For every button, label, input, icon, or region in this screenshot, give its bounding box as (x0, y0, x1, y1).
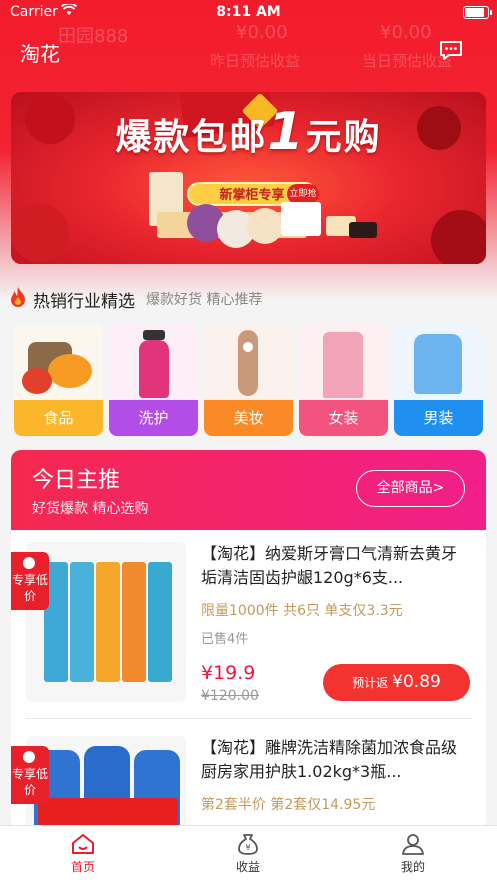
category-women[interactable]: 女装 (299, 324, 388, 436)
product-sold: 已售4件 (201, 632, 249, 647)
tab-earnings[interactable]: ¥ 收益 (203, 832, 293, 875)
ghost-yesterday-label: 昨日预估收益 (210, 52, 301, 70)
product-title: 【淘花】纳爱斯牙膏口气清新去黄牙垢清洁固齿护龈120g*6支... (201, 544, 458, 587)
category-label: 男装 (394, 400, 483, 436)
product-original-price: ¥120.00 (201, 688, 259, 704)
sweater-image (394, 324, 483, 400)
clock: 8:11 AM (216, 4, 281, 20)
shampoo-image (109, 324, 198, 400)
category-label: 洗护 (109, 400, 198, 436)
beauty-device-image (204, 324, 293, 400)
category-label: 女装 (299, 400, 388, 436)
product-price: ¥19.9 (201, 662, 256, 684)
category-label: 美妆 (204, 400, 293, 436)
all-products-button[interactable]: 全部商品> (356, 470, 465, 507)
product-tags: 限量1000件 共6只 单支仅3.3元 (201, 603, 403, 619)
money-bag-icon: ¥ (238, 834, 258, 855)
discount-badge: 专享低价 (11, 552, 49, 610)
message-icon[interactable] (439, 40, 463, 60)
divider (26, 718, 471, 719)
product-card[interactable]: 专享低价 【淘花】纳爱斯牙膏口气清新去黄牙垢清洁固齿护龈120g*6支... 限… (11, 542, 486, 728)
food-image (14, 324, 103, 400)
svg-text:¥: ¥ (245, 843, 250, 852)
tab-label: 收益 (235, 860, 260, 874)
promo-banner[interactable]: 爆款包邮1元购 新掌柜专享 立即抢>> (11, 92, 486, 264)
rebate-button[interactable]: 预计返 ¥0.89 (323, 664, 470, 701)
status-bar: Carrier 8:11 AM (0, 0, 497, 26)
rebate-value: ¥0.89 (392, 672, 441, 692)
tab-label: 我的 (400, 860, 425, 874)
panel-title: 今日主推 (32, 468, 121, 493)
fire-icon (11, 287, 25, 307)
profile-icon (402, 834, 424, 855)
product-tags: 第2套半价 第2套仅14.95元 (201, 797, 376, 813)
product-title: 【淘花】雕牌洗洁精除菌加浓食品级厨房家用护肤1.02kg*3瓶... (201, 738, 458, 781)
app-title: 淘花 (20, 42, 60, 66)
tab-profile[interactable]: 我的 (368, 832, 458, 875)
rebate-label: 预计返 (352, 676, 389, 690)
panel-subtitle: 好货爆款 精心选购 (32, 501, 149, 517)
category-men[interactable]: 男装 (394, 324, 483, 436)
category-beauty[interactable]: 美妆 (204, 324, 293, 436)
section-subtitle: 爆款好货 精心推荐 (146, 292, 263, 308)
discount-badge: 专享低价 (11, 746, 49, 804)
coat-image (299, 324, 388, 400)
category-label: 食品 (14, 400, 103, 436)
tab-label: 首页 (70, 860, 95, 874)
home-icon (72, 834, 94, 854)
tab-home[interactable]: 首页 (38, 832, 128, 875)
tab-bar: 首页 ¥ 收益 我的 (0, 825, 497, 883)
category-care[interactable]: 洗护 (109, 324, 198, 436)
banner-title: 爆款包邮1元购 (115, 102, 382, 162)
banner-go-button[interactable]: 立即抢>> (287, 184, 319, 219)
panel-header: 今日主推 好货爆款 精心选购 全部商品> (11, 450, 486, 530)
product-card[interactable]: 专享低价 【淘花】雕牌洗洁精除菌加浓食品级厨房家用护肤1.02kg*3瓶... … (11, 736, 486, 830)
category-food[interactable]: 食品 (14, 324, 103, 436)
product-image (26, 542, 186, 702)
product-image (26, 736, 186, 830)
section-title: 热销行业精选 (33, 292, 135, 312)
battery-icon (463, 6, 492, 19)
featured-panel: 今日主推 好货爆款 精心选购 全部商品> 专享低价 【淘花】纳爱斯牙膏口气清新去… (11, 450, 486, 830)
